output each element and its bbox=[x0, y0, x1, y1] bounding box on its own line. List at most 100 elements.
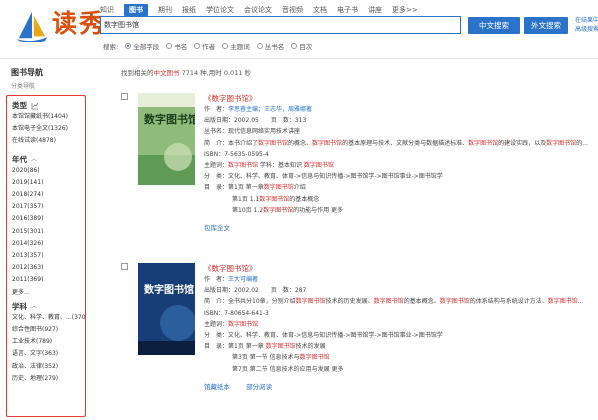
result-checkbox[interactable] bbox=[121, 93, 128, 100]
facet-subject-item[interactable]: 政治、法律(352) bbox=[12, 361, 85, 373]
facet-year-label: 年代 bbox=[12, 154, 27, 164]
facet-subject-header[interactable]: 学科 ︿ bbox=[12, 301, 85, 312]
nav-tab[interactable]: 更多>> bbox=[392, 4, 418, 16]
facet-year-item[interactable]: 2012(363) bbox=[12, 262, 85, 274]
radio-icon[interactable] bbox=[125, 43, 132, 49]
facet-panel: 类型 本馆馆藏纸书(1404) 本馆电子全文(1326) 在线试读(4878) 年代… bbox=[6, 95, 86, 417]
book-subject-words: 主题词：数字图书馆 学科：基本知识 数字图书馆 bbox=[204, 162, 334, 170]
book-classification[interactable]: 分 类：文化、科学、教育、体育->信息与知识传播->图书馆学->图书馆事业->图… bbox=[204, 330, 598, 341]
book-info: 《数字图书馆》 作 者：李思睿主编；王志华，周雅娜著 出版日期：2002.05 … bbox=[204, 93, 598, 234]
search-box bbox=[100, 16, 461, 34]
advanced-search-link[interactable]: 高级搜索 bbox=[575, 25, 598, 34]
search-in-results-link[interactable]: 在结果中 bbox=[575, 16, 598, 25]
category-nav: 知识 图书 期刊 报纸 学位论文 会议论文 音视频 文档 电子书 讲座 更多>> bbox=[100, 3, 428, 17]
nav-tab[interactable]: 电子书 bbox=[337, 4, 358, 16]
full-text-link[interactable]: 包库全文 bbox=[204, 224, 230, 232]
sidebar-title: 图书导航 bbox=[11, 68, 43, 77]
facet-year-item[interactable]: 2015(301) bbox=[12, 226, 85, 238]
book-toc-item[interactable]: 第3页 第一节 信息技术与数字图书馆 bbox=[204, 352, 598, 363]
radio-icon[interactable] bbox=[222, 43, 229, 49]
results-summary: 找到相关的中文图书 7714 种,用时 0.011 秒 bbox=[121, 67, 251, 77]
facet-type-list: 本馆馆藏纸书(1404) 本馆电子全文(1326) 在线试读(4878) bbox=[7, 111, 85, 148]
facet-year-item[interactable]: 2016(389) bbox=[12, 213, 85, 225]
holdings-link[interactable]: 馆藏纸本 bbox=[204, 383, 230, 391]
foreign-search-button[interactable]: 外文搜索 bbox=[524, 17, 568, 34]
facet-type-item[interactable]: 在线试读(4878) bbox=[12, 135, 85, 147]
header-divider bbox=[0, 58, 598, 59]
book-toc-item[interactable]: 第10页 1.2数字图书馆的功能与作用 更多 bbox=[204, 205, 598, 216]
book-summary: 简 介：全书共分10章，分别介绍数字图书馆技术的历史发展、数字图书馆的基本概念、… bbox=[204, 298, 584, 306]
radio-icon[interactable] bbox=[291, 43, 298, 49]
book-toc-item[interactable]: 第1页 第一章数字图书馆介绍 bbox=[228, 184, 306, 191]
book-classification[interactable]: 分 类：文化、科学、教育、体育->信息与知识传播->图书馆学->图书馆事业->图… bbox=[204, 171, 598, 182]
facet-year-item[interactable]: 2019(141) bbox=[12, 177, 85, 189]
nav-tab[interactable]: 报纸 bbox=[182, 4, 196, 16]
nav-tab[interactable]: 会议论文 bbox=[244, 4, 272, 16]
facet-subject-item[interactable]: 历史、地理(279) bbox=[12, 373, 85, 385]
nav-tab[interactable]: 音视频 bbox=[282, 4, 303, 16]
filter-option[interactable]: 作者 bbox=[194, 41, 215, 51]
facet-year-item[interactable]: 2014(326) bbox=[12, 238, 85, 250]
facet-subject-item[interactable]: 工业技术(789) bbox=[12, 336, 85, 348]
book-pages: 313 bbox=[294, 117, 307, 125]
facet-year-item[interactable]: 2020(86) bbox=[12, 165, 85, 177]
book-actions: 馆藏纸本 部分阅读 bbox=[204, 381, 598, 393]
logo-text: 读秀 bbox=[52, 9, 107, 38]
facet-subject-item[interactable]: 综合性图书(927) bbox=[12, 324, 85, 336]
filter-option[interactable]: 主题词 bbox=[222, 41, 250, 51]
facet-year-header[interactable]: 年代 ︿ bbox=[12, 154, 85, 165]
facet-type-item[interactable]: 本馆馆藏纸书(1404) bbox=[12, 111, 85, 123]
book-cover[interactable]: 数字图书馆 bbox=[138, 263, 195, 355]
book-author[interactable]: 王大可编著 bbox=[228, 276, 258, 283]
results-type: 中文图书 bbox=[153, 69, 180, 77]
book-isbn: ISBN：7-80654-641-3 bbox=[204, 309, 269, 317]
chart-icon bbox=[31, 102, 39, 109]
book-author-line: 作 者：王大可编著 bbox=[204, 276, 259, 283]
book-title[interactable]: 《数字图书馆》 bbox=[204, 263, 598, 274]
filter-option-label: 目次 bbox=[299, 43, 313, 51]
facet-subject-item[interactable]: 语言、文字(363) bbox=[12, 348, 85, 360]
nav-tab[interactable]: 图书 bbox=[124, 4, 148, 16]
facet-year-item[interactable]: 2011(369) bbox=[12, 274, 85, 286]
chinese-search-button[interactable]: 中文搜索 bbox=[468, 17, 520, 34]
facet-type-item[interactable]: 本馆电子全文(1326) bbox=[12, 123, 85, 135]
nav-tab[interactable]: 知识 bbox=[100, 4, 114, 16]
radio-icon[interactable] bbox=[194, 43, 201, 49]
sidebar-subtitle[interactable]: 分类导航 bbox=[11, 81, 35, 90]
filter-option[interactable]: 书名 bbox=[166, 41, 187, 51]
book-pub-line: 出版日期：2002.05 页 数：313 bbox=[204, 117, 307, 125]
results-count: 7714 bbox=[181, 69, 199, 77]
book-title[interactable]: 《数字图书馆》 bbox=[204, 93, 598, 104]
filter-option[interactable]: 目次 bbox=[291, 41, 312, 51]
filter-option[interactable]: 全部字段 bbox=[125, 41, 159, 51]
filter-label: 搜索: bbox=[103, 43, 119, 51]
facet-subject-label: 学科 bbox=[12, 301, 27, 311]
book-toc-item[interactable]: 第7页 第二节 信息技术的应用与发展 更多 bbox=[204, 364, 598, 375]
facet-year-item[interactable]: 2013(357) bbox=[12, 250, 85, 262]
book-cover[interactable]: 数字图书馆 bbox=[138, 93, 195, 185]
facet-subject-item[interactable]: 文化、科学、教育、...(3709) bbox=[12, 312, 85, 324]
chevron-up-icon: ︿ bbox=[31, 155, 38, 163]
result-checkbox[interactable] bbox=[121, 263, 128, 270]
radio-icon[interactable] bbox=[256, 43, 263, 49]
book-author[interactable]: 李思睿主编；王志华，周雅娜著 bbox=[228, 106, 312, 113]
partial-read-link[interactable]: 部分阅读 bbox=[246, 383, 272, 391]
book-pub-line: 出版日期：2002.02 页 数：287 bbox=[204, 287, 307, 295]
nav-tab[interactable]: 讲座 bbox=[368, 4, 382, 16]
logo-sail-icon bbox=[16, 11, 48, 42]
book-toc-item[interactable]: 第1页 第一章 数字图书馆技术的发展 bbox=[228, 343, 326, 350]
facet-year-item[interactable]: 2018(274) bbox=[12, 189, 85, 201]
radio-icon[interactable] bbox=[166, 43, 173, 49]
nav-tab[interactable]: 学位论文 bbox=[206, 4, 234, 16]
filter-option[interactable]: 丛书名 bbox=[256, 41, 284, 51]
search-input[interactable] bbox=[104, 19, 444, 31]
result-item: 数字图书馆 《数字图书馆》 作 者：王大可编著 出版日期：2002.02 页 数… bbox=[121, 263, 598, 418]
book-isbn: ISBN：7-5635-0595-4 bbox=[204, 150, 269, 158]
nav-tab[interactable]: 文档 bbox=[313, 4, 327, 16]
nav-tab[interactable]: 期刊 bbox=[158, 4, 172, 16]
facet-year-item[interactable]: 2017(357) bbox=[12, 201, 85, 213]
facet-type-header[interactable]: 类型 bbox=[12, 100, 85, 111]
book-cover-title: 数字图书馆 bbox=[144, 112, 195, 126]
book-toc-item[interactable]: 第1页 1.1数字图书馆的基本概念 bbox=[204, 194, 598, 205]
facet-year-item[interactable]: 更多... bbox=[12, 287, 85, 299]
